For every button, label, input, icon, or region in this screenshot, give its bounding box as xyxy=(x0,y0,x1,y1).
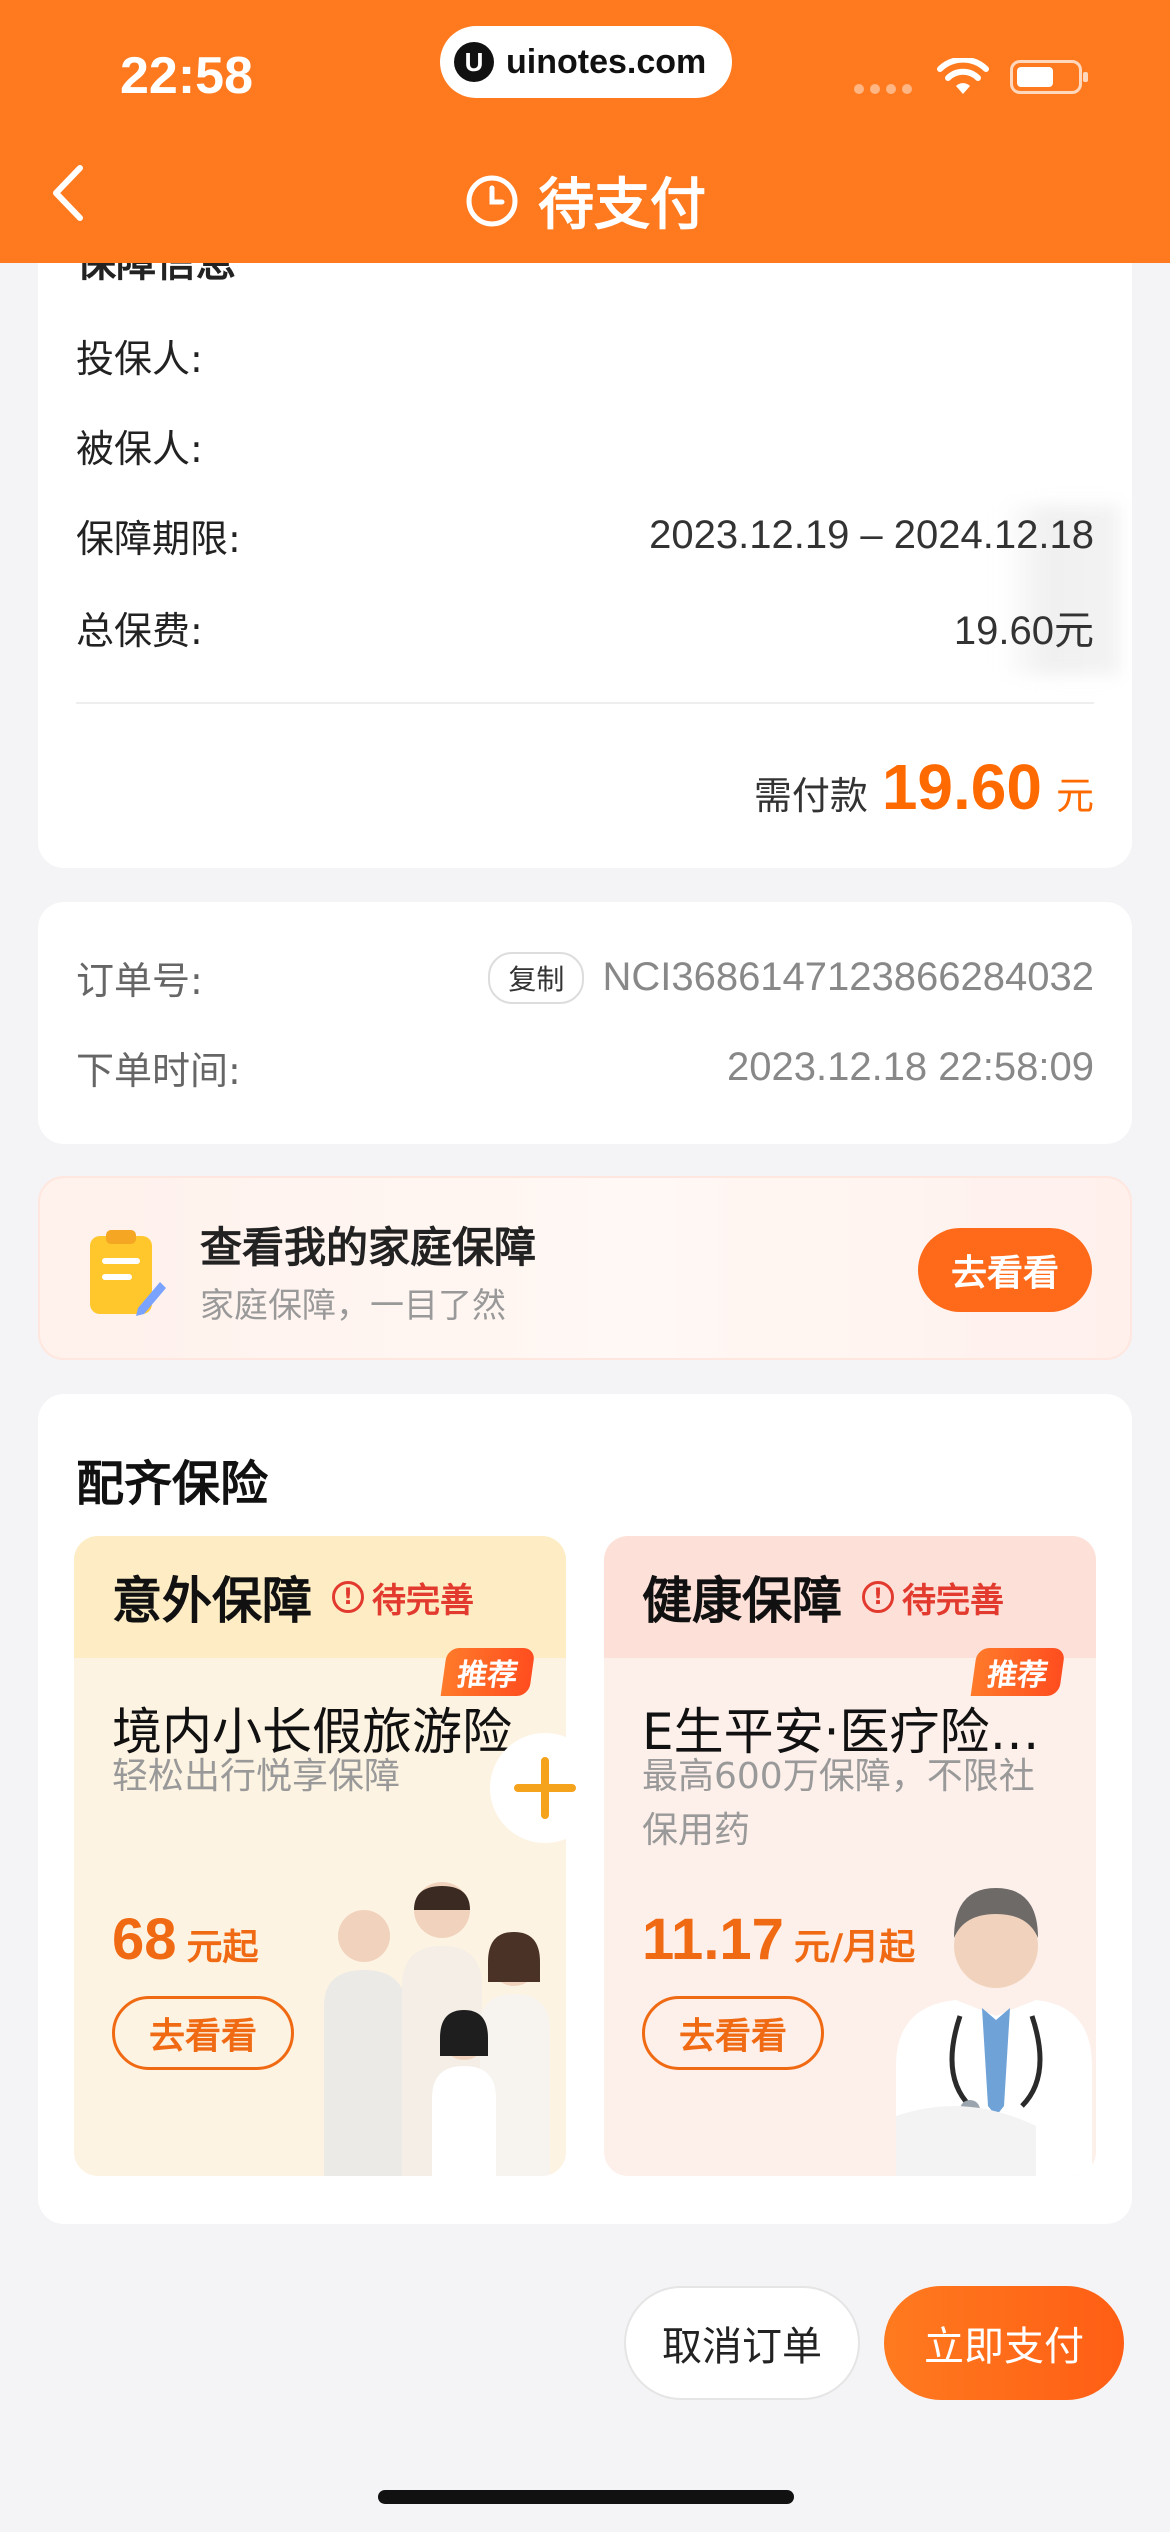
divider xyxy=(76,702,1094,704)
page-title: 待支付 xyxy=(538,173,706,238)
family-banner-title: 查看我的家庭保障 xyxy=(200,1223,537,1272)
price-number: 68 xyxy=(112,1907,177,1972)
order-time-label: 下单时间: xyxy=(76,1049,241,1093)
product-category: 意外保障 xyxy=(112,1572,312,1630)
coverage-card: 保障信息 投保人: 被保人: 保障期限: 2023.12.19 – 2024.1… xyxy=(38,200,1132,868)
family-banner-subtitle: 家庭保障，一目了然 xyxy=(200,1286,506,1326)
coverage-row-applicant: 投保人: xyxy=(76,328,1094,383)
price-number: 11.17 xyxy=(642,1907,784,1972)
plus-icon xyxy=(490,1733,600,1843)
recommend-badge: 推荐 xyxy=(970,1648,1066,1696)
product-header: 健康保障 ! 待完善 xyxy=(604,1536,1096,1658)
order-time-group: 2023.12.18 22:58:09 xyxy=(727,1045,1094,1090)
header: 22:58 U uinotes.com 待支付 xyxy=(0,0,1170,263)
status-text: 待完善 xyxy=(902,1580,1004,1621)
order-number-row: 订单号: 复制 NCI3686147123866284032 xyxy=(76,950,1094,1005)
order-number-group: 复制 NCI3686147123866284032 xyxy=(488,951,1094,1004)
nav-title-group: 待支付 xyxy=(0,160,1170,241)
coverage-row-insured: 被保人: xyxy=(76,418,1094,473)
order-number: NCI3686147123866284032 xyxy=(602,955,1094,999)
product-card-health[interactable]: 健康保障 ! 待完善 推荐 E生平安·医疗险… 最高600万保障，不限社保用药 … xyxy=(604,1536,1096,2176)
product-price: 68 元起 xyxy=(112,1906,259,1973)
product-card-accident[interactable]: 意外保障 ! 待完善 推荐 境内小长假旅游险 轻松出行悦享保障 68 元起 去看… xyxy=(74,1536,566,2176)
product-desc: 轻松出行悦享保障 xyxy=(112,1756,401,1797)
alert-icon: ! xyxy=(862,1581,894,1613)
signal-icon xyxy=(854,84,912,94)
clock-icon xyxy=(466,175,518,226)
payable-line: 需付款 19.60 元 xyxy=(754,750,1094,824)
row-label: 被保人: xyxy=(76,427,203,471)
status-badge: ! 待完善 xyxy=(332,1573,474,1622)
status-time: 22:58 xyxy=(120,47,253,105)
alert-icon: ! xyxy=(332,1581,364,1613)
doctor-photo xyxy=(896,1888,1092,2176)
site-logo-icon: U xyxy=(454,42,494,82)
copy-button[interactable]: 复制 xyxy=(488,951,585,1004)
family-view-button[interactable]: 去看看 xyxy=(918,1228,1092,1312)
status-badge: ! 待完善 xyxy=(862,1573,1004,1622)
row-value: 2023.12.19 – 2024.12.18 xyxy=(649,513,1094,557)
row-label: 总保费: xyxy=(76,608,203,653)
family-protection-banner[interactable]: 查看我的家庭保障 家庭保障，一目了然 去看看 xyxy=(38,1176,1132,1360)
row-label: 保障期限: xyxy=(76,517,241,561)
row-value: 19.60元 xyxy=(953,609,1094,653)
coverage-row-premium: 总保费: 19.60元 xyxy=(76,598,1094,656)
notepad-icon xyxy=(90,1230,166,1316)
url-pill[interactable]: U uinotes.com xyxy=(440,26,732,98)
order-time: 2023.12.18 22:58:09 xyxy=(726,1045,1094,1089)
battery-icon xyxy=(1010,60,1088,94)
wifi-icon xyxy=(937,58,989,94)
product-view-button[interactable]: 去看看 xyxy=(642,1996,824,2070)
family-photo xyxy=(324,1882,550,2176)
payable-unit: 元 xyxy=(1055,774,1094,818)
cancel-order-button[interactable]: 取消订单 xyxy=(624,2286,860,2400)
product-view-button[interactable]: 去看看 xyxy=(112,1996,294,2070)
home-indicator xyxy=(378,2490,794,2504)
recommend-badge: 推荐 xyxy=(440,1648,536,1696)
price-unit: 元起 xyxy=(186,1927,259,1968)
product-desc: 最高600万保障，不限社保用药 xyxy=(642,1756,1035,1851)
coverage-row-period: 保障期限: 2023.12.19 – 2024.12.18 xyxy=(76,508,1094,563)
payable-amount: 19.60 xyxy=(881,751,1042,823)
payable-label: 需付款 xyxy=(753,774,868,818)
url-text: uinotes.com xyxy=(506,42,707,81)
match-title: 配齐保险 xyxy=(76,1456,269,1512)
order-card: 订单号: 复制 NCI3686147123866284032 下单时间: 202… xyxy=(38,902,1132,1144)
product-header: 意外保障 ! 待完善 xyxy=(74,1536,566,1658)
status-text: 待完善 xyxy=(372,1580,474,1621)
pay-now-button[interactable]: 立即支付 xyxy=(884,2286,1124,2400)
row-label: 投保人: xyxy=(76,337,203,381)
order-number-label: 订单号: xyxy=(76,959,203,1003)
product-category: 健康保障 xyxy=(642,1572,842,1630)
order-time-row: 下单时间: 2023.12.18 22:58:09 xyxy=(76,1040,1094,1095)
